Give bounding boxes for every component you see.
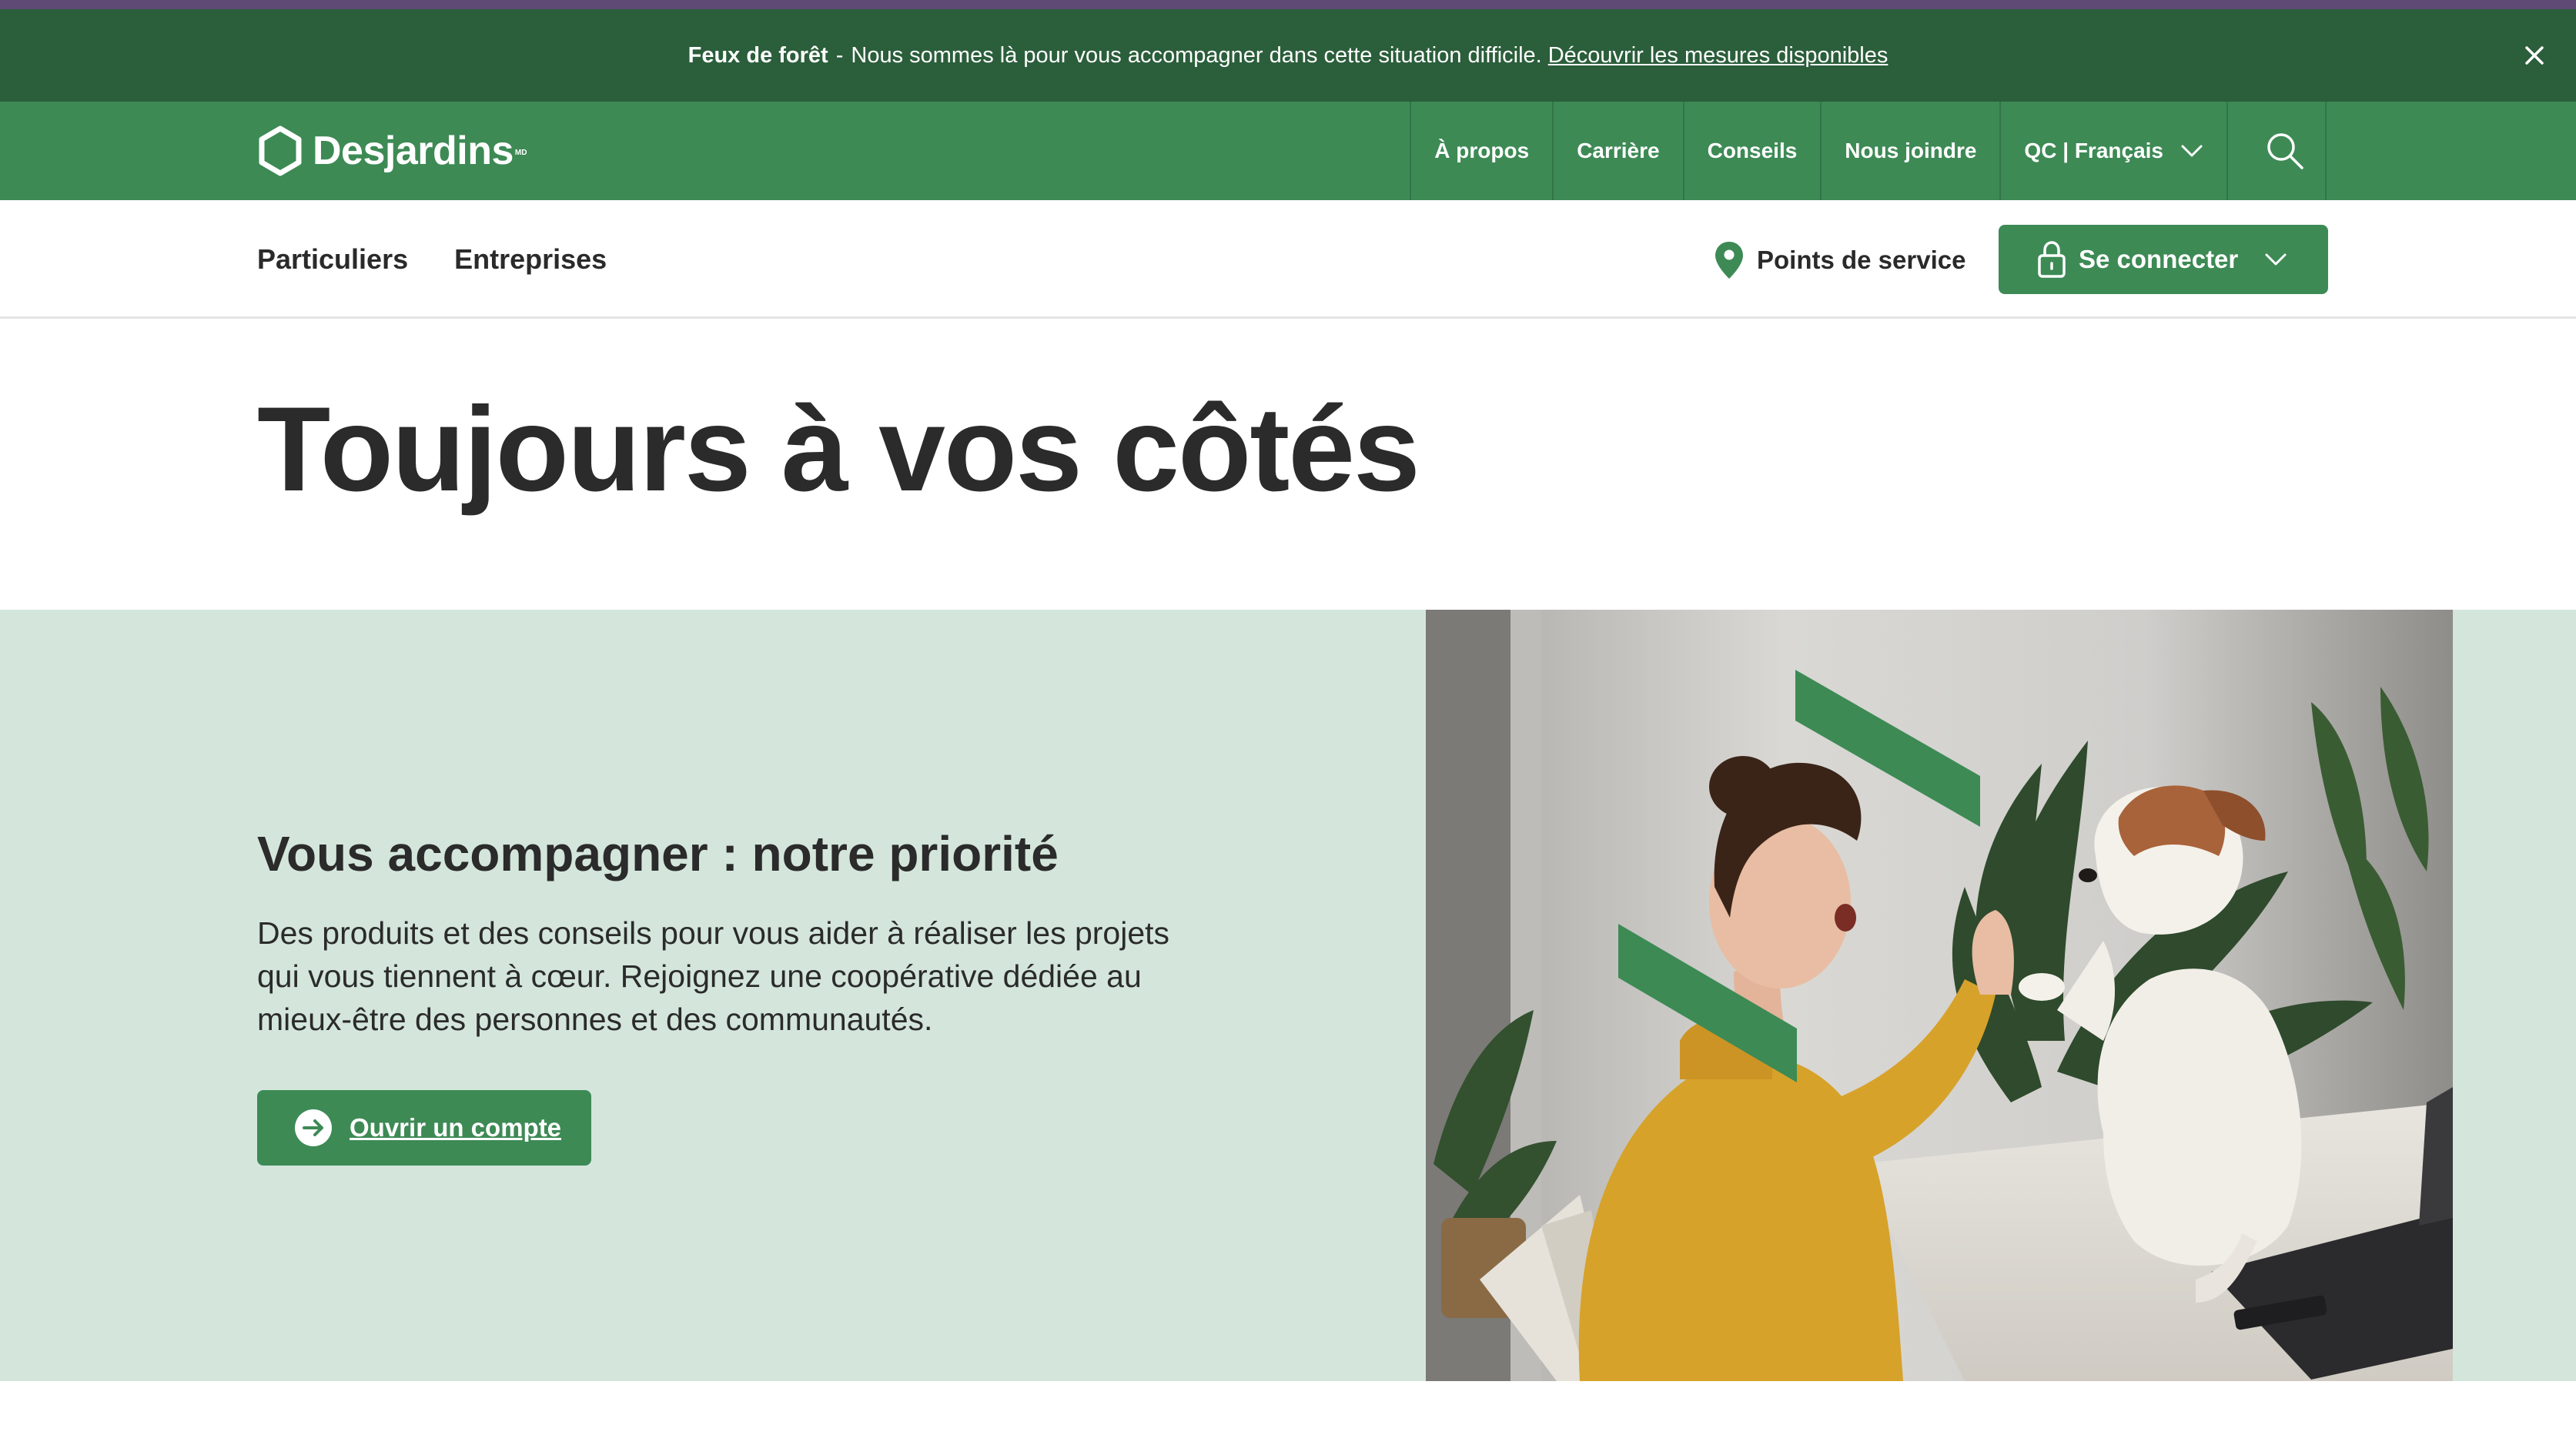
connect-button[interactable]: Se connecter — [1999, 225, 2328, 294]
top-accent-stripe — [0, 0, 2576, 9]
desjardins-logo[interactable]: Desjardins MD — [257, 125, 527, 177]
woman-high-five-dog-image — [1426, 610, 2453, 1381]
sub-header: Particuliers Entreprises Points de servi… — [0, 200, 2576, 319]
page-title: Toujours à vos côtés — [257, 383, 1420, 517]
alert-banner: Feux de forêt - Nous sommes là pour vous… — [0, 9, 2576, 102]
brand-mark: MD — [514, 148, 527, 157]
tab-particuliers[interactable]: Particuliers — [257, 243, 408, 276]
arrow-right-circle-icon — [295, 1109, 332, 1146]
alert-link[interactable]: Découvrir les mesures disponibles — [1548, 43, 1889, 69]
top-nav: À propos Carrière Conseils Nous joindre … — [1410, 102, 2327, 200]
brand-name: Desjardins — [313, 129, 514, 173]
search-icon — [2267, 133, 2303, 169]
open-account-button[interactable]: Ouvrir un compte — [257, 1090, 591, 1166]
audience-tabs: Particuliers Entreprises — [257, 200, 653, 319]
top-nav-item-nous-joindre[interactable]: Nous joindre — [1820, 102, 1999, 200]
alert-separator: - — [835, 42, 844, 68]
chevron-down-icon — [2265, 253, 2287, 266]
main-header: Desjardins MD À propos Carrière Conseils… — [0, 102, 2576, 200]
feature-description: Des produits et des conseils pour vous a… — [257, 915, 1170, 1037]
tab-entreprises[interactable]: Entreprises — [454, 243, 607, 276]
language-selector[interactable]: QC | Français — [1999, 102, 2226, 200]
open-account-label: Ouvrir un compte — [350, 1113, 562, 1142]
top-nav-item-carriere[interactable]: Carrière — [1552, 102, 1682, 200]
alert-message: Nous sommes là pour vous accompagner dan… — [851, 42, 1542, 68]
connect-label: Se connecter — [2079, 245, 2239, 273]
top-nav-item-conseils[interactable]: Conseils — [1682, 102, 1821, 200]
feature-title: Vous accompagner : notre priorité — [257, 826, 1059, 881]
map-pin-icon — [1715, 242, 1743, 279]
alert-title: Feux de forêt — [687, 42, 828, 68]
feature-section: Vous accompagner : notre priorité Des pr… — [0, 610, 2576, 1381]
service-points-link[interactable]: Points de service — [1714, 239, 1965, 282]
search-button[interactable] — [2226, 102, 2327, 200]
hexagon-logo-icon — [259, 125, 302, 176]
service-points-label: Points de service — [1757, 246, 1966, 274]
close-icon[interactable] — [2519, 40, 2550, 71]
hero-photo — [1426, 610, 2453, 1381]
lock-icon — [2038, 241, 2066, 278]
chevron-down-icon — [2181, 145, 2203, 157]
language-label: QC | Français — [2024, 139, 2163, 162]
top-nav-item-a-propos[interactable]: À propos — [1410, 102, 1552, 200]
